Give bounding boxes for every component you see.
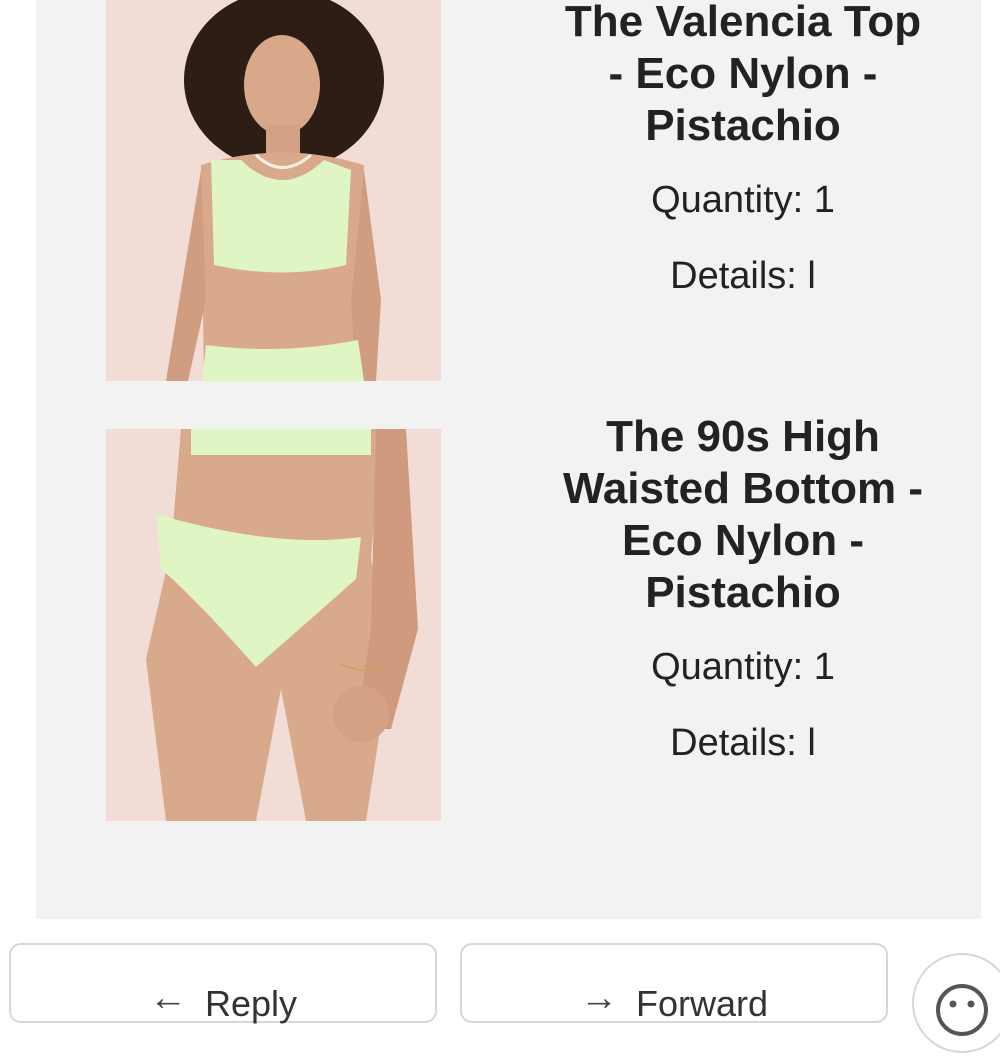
order-item-1: The Valencia Top - Eco Nylon - Pistachio… xyxy=(560,0,926,298)
emoji-reaction-button[interactable] xyxy=(912,953,1000,1053)
item-quantity: Quantity: 1 xyxy=(651,179,835,221)
item-title[interactable]: The 90s High Waisted Bottom - Eco Nylon … xyxy=(560,411,926,619)
forward-label: Forward xyxy=(635,983,769,1024)
item-details: Details: l xyxy=(670,722,816,764)
forward-button[interactable]: → Forward xyxy=(460,943,888,1024)
reply-arrow-icon: ← xyxy=(148,977,187,1019)
forward-arrow-icon: → xyxy=(579,977,618,1019)
reply-button[interactable]: ← Reply xyxy=(9,943,437,1024)
product-image-high-waisted-bottom[interactable] xyxy=(106,429,441,821)
product-image-valencia-top[interactable] xyxy=(106,0,441,381)
emoji-reaction-icon xyxy=(936,984,988,1036)
item-details: Details: l xyxy=(670,255,816,297)
high-waisted-bottom-photo xyxy=(106,429,441,821)
item-quantity: Quantity: 1 xyxy=(651,646,835,688)
valencia-top-photo xyxy=(106,0,441,381)
reply-label: Reply xyxy=(204,983,298,1024)
order-item-2: The 90s High Waisted Bottom - Eco Nylon … xyxy=(560,411,926,765)
item-title[interactable]: The Valencia Top - Eco Nylon - Pistachio xyxy=(560,0,926,152)
